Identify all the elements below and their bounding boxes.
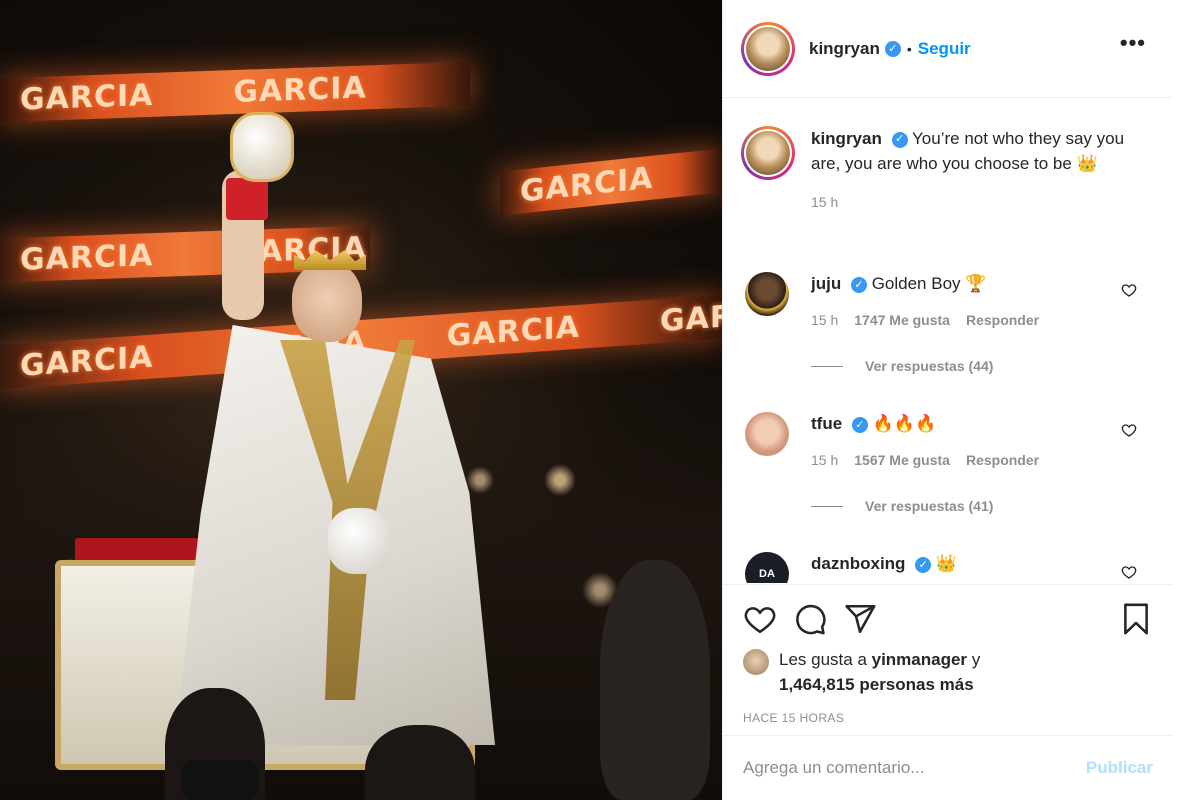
comment-time[interactable]: 15 h xyxy=(811,308,838,332)
fighter-head xyxy=(292,262,362,342)
comment-likes[interactable]: 1567 Me gusta xyxy=(854,448,950,472)
more-options-icon[interactable]: ••• xyxy=(1120,32,1146,54)
like-heart-icon[interactable] xyxy=(743,602,777,636)
post-caption: kingryan ✓ You’re not who they say you a… xyxy=(723,98,1172,215)
view-replies-label: Ver respuestas (44) xyxy=(865,358,994,374)
replies-divider xyxy=(811,365,843,367)
avatar[interactable] xyxy=(741,126,795,180)
verified-icon: ✓ xyxy=(884,40,901,57)
action-icons-row xyxy=(743,599,1153,639)
author-username[interactable]: kingryan xyxy=(809,39,880,59)
post-actions: Les gusta a yinmanager y 1,464,815 perso… xyxy=(723,584,1173,725)
comment-bubble-icon[interactable] xyxy=(793,602,827,636)
follow-button[interactable]: Seguir xyxy=(918,39,971,59)
comment-meta: 15 h 1747 Me gusta Responder xyxy=(811,308,1101,332)
hand-wrap xyxy=(226,178,268,220)
bookmark-icon[interactable] xyxy=(1119,602,1153,636)
comment-text: 🔥🔥🔥 xyxy=(872,414,937,433)
comment-meta: 15 h 1567 Me gusta Responder xyxy=(811,448,1101,472)
comment-time[interactable]: 15 h xyxy=(811,448,838,472)
comment-username[interactable]: daznboxing xyxy=(811,554,905,573)
post-header: kingryan ✓ • Seguir ••• xyxy=(723,0,1172,98)
banner-text: GARCIA xyxy=(20,237,154,278)
view-replies-label: Ver respuestas (41) xyxy=(865,498,994,514)
comment-item: tfue ✓ 🔥🔥🔥 15 h 1567 Me gusta Responder … xyxy=(723,412,1172,518)
comment-likes[interactable]: 1747 Me gusta xyxy=(854,308,950,332)
caption-username[interactable]: kingryan xyxy=(811,129,882,148)
reply-button[interactable]: Responder xyxy=(966,448,1039,472)
reply-button[interactable]: Responder xyxy=(966,308,1039,332)
banner-text: GARCIA xyxy=(520,160,654,210)
arena-banner: GARCIA GARCIA xyxy=(0,61,470,123)
banner-text: GARCIA xyxy=(446,309,581,354)
face-mask xyxy=(182,760,258,800)
share-paper-plane-icon[interactable] xyxy=(843,602,877,636)
comment-text: Golden Boy 🏆 xyxy=(871,274,987,293)
verified-icon: ✓ xyxy=(851,416,868,433)
comment-text: 👑 xyxy=(935,554,958,573)
comment-item: DA daznboxing ✓ 👑 xyxy=(723,552,1172,583)
verified-icon: ✓ xyxy=(891,131,908,148)
banner-text: GARCIA xyxy=(20,77,154,118)
post-timestamp[interactable]: HACE 15 HORAS xyxy=(743,711,1153,725)
like-comment-heart-icon[interactable] xyxy=(1121,422,1137,438)
comment-username[interactable]: tfue xyxy=(811,414,842,433)
boxing-glove xyxy=(328,508,390,574)
likes-summary: Les gusta a yinmanager y 1,464,815 perso… xyxy=(743,647,1153,697)
banner-text: GARCIA xyxy=(233,69,367,110)
comments-list[interactable]: kingryan ✓ You’re not who they say you a… xyxy=(723,98,1172,583)
separator-dot: • xyxy=(906,40,912,57)
publish-button[interactable]: Publicar xyxy=(1086,758,1153,778)
like-comment-heart-icon[interactable] xyxy=(1121,564,1137,580)
view-replies-button[interactable]: Ver respuestas (41) xyxy=(811,494,1101,518)
avatar[interactable] xyxy=(745,412,789,456)
comment-input[interactable] xyxy=(743,758,1086,778)
likes-prefix: Les gusta a xyxy=(779,650,872,669)
like-comment-heart-icon[interactable] xyxy=(1121,282,1137,298)
spectator xyxy=(365,725,475,800)
avatar-image xyxy=(746,131,790,175)
verified-icon: ✓ xyxy=(850,276,867,293)
avatar[interactable]: DA xyxy=(745,552,789,583)
liker-avatar[interactable] xyxy=(743,649,769,675)
avatar[interactable] xyxy=(745,272,789,316)
view-replies-button[interactable]: Ver respuestas (44) xyxy=(811,354,1101,378)
arena-banner: GARCIA xyxy=(500,148,722,216)
comment-item: juju ✓ Golden Boy 🏆 15 h 1747 Me gusta R… xyxy=(723,272,1172,378)
likes-mid: y xyxy=(967,650,981,669)
add-comment-bar: Publicar xyxy=(723,735,1173,800)
avatar-image xyxy=(746,26,790,71)
banner-text: GARCIA xyxy=(660,294,722,339)
caption-time[interactable]: 15 h xyxy=(811,190,1129,215)
replies-divider xyxy=(811,505,843,507)
liker-username[interactable]: yinmanager xyxy=(872,650,967,669)
verified-icon: ✓ xyxy=(915,556,932,573)
avatar[interactable] xyxy=(741,21,795,76)
page-margin xyxy=(1172,0,1200,800)
post-photo[interactable]: GARCIA GARCIA GARCIA GARCIA GARCIA GARCI… xyxy=(0,0,722,800)
post-sidebar: kingryan ✓ • Seguir ••• kingryan ✓ You’r… xyxy=(722,0,1173,800)
likes-count[interactable]: 1,464,815 personas más xyxy=(779,675,974,694)
banner-text: GARCIA xyxy=(20,339,154,384)
spectator xyxy=(600,560,710,800)
comment-username[interactable]: juju xyxy=(811,274,841,293)
boxing-glove xyxy=(230,112,294,182)
